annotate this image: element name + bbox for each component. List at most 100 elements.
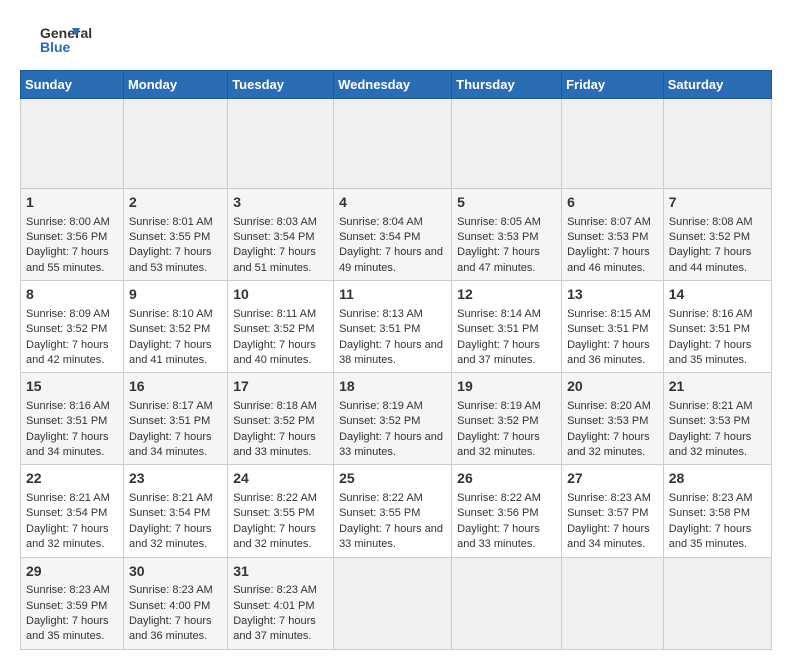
daylight: Daylight: 7 hours and 33 minutes. [339, 431, 443, 458]
day-number: 31 [233, 562, 328, 582]
daylight: Daylight: 7 hours and 53 minutes. [129, 246, 212, 273]
calendar-header-sunday: Sunday [21, 71, 124, 99]
daylight: Daylight: 7 hours and 37 minutes. [457, 339, 540, 366]
calendar-week-row: 29Sunrise: 8:23 AMSunset: 3:59 PMDayligh… [21, 557, 772, 649]
day-number: 9 [129, 285, 222, 305]
calendar-cell: 5Sunrise: 8:05 AMSunset: 3:53 PMDaylight… [452, 189, 562, 281]
calendar-week-row: 1Sunrise: 8:00 AMSunset: 3:56 PMDaylight… [21, 189, 772, 281]
calendar-cell: 7Sunrise: 8:08 AMSunset: 3:52 PMDaylight… [663, 189, 771, 281]
calendar-cell: 24Sunrise: 8:22 AMSunset: 3:55 PMDayligh… [228, 465, 334, 557]
sunset: Sunset: 3:51 PM [457, 323, 538, 335]
daylight: Daylight: 7 hours and 51 minutes. [233, 246, 316, 273]
day-number: 24 [233, 469, 328, 489]
day-number: 6 [567, 193, 658, 213]
sunset: Sunset: 4:00 PM [129, 600, 210, 612]
day-number: 27 [567, 469, 658, 489]
sunset: Sunset: 3:53 PM [669, 415, 750, 427]
sunrise: Sunrise: 8:17 AM [129, 400, 213, 412]
sunrise: Sunrise: 8:23 AM [26, 584, 110, 596]
sunset: Sunset: 3:52 PM [233, 415, 314, 427]
calendar-header-row: SundayMondayTuesdayWednesdayThursdayFrid… [21, 71, 772, 99]
sunset: Sunset: 3:55 PM [233, 507, 314, 519]
calendar-cell: 17Sunrise: 8:18 AMSunset: 3:52 PMDayligh… [228, 373, 334, 465]
day-number: 19 [457, 377, 556, 397]
calendar-week-row: 15 Sunrise: 8:16 AM Sunset: 3:51 PM Dayligh… [21, 373, 772, 465]
daylight: Daylight: 7 hours and 44 minutes. [669, 246, 752, 273]
day-number: 21 [669, 377, 766, 397]
daylight: Daylight: 7 hours and 34 minutes. [567, 523, 650, 550]
daylight: Daylight: 7 hours and 41 minutes. [129, 339, 212, 366]
calendar-cell: 13Sunrise: 8:15 AMSunset: 3:51 PMDayligh… [562, 281, 664, 373]
calendar-cell: 19Sunrise: 8:19 AMSunset: 3:52 PMDayligh… [452, 373, 562, 465]
sunrise: Sunrise: 8:05 AM [457, 216, 541, 228]
sunset: Sunset: 3:51 PM [26, 415, 107, 427]
calendar-cell [452, 99, 562, 189]
day-number: 14 [669, 285, 766, 305]
page-header: General Blue [20, 20, 772, 60]
daylight: Daylight: 7 hours and 35 minutes. [669, 339, 752, 366]
sunrise: Sunrise: 8:19 AM [339, 400, 423, 412]
sunset: Sunset: 3:56 PM [26, 231, 107, 243]
daylight: Daylight: 7 hours and 33 minutes. [339, 523, 443, 550]
sunset: Sunset: 3:51 PM [567, 323, 648, 335]
day-number: 15 [26, 377, 118, 397]
sunset: Sunset: 3:53 PM [457, 231, 538, 243]
calendar-cell: 27 Sunrise: 8:23 AM Sunset: 3:57 PM Dayligh… [562, 465, 664, 557]
sunset: Sunset: 3:54 PM [233, 231, 314, 243]
day-number: 20 [567, 377, 658, 397]
daylight: Daylight: 7 hours and 34 minutes. [26, 431, 109, 458]
calendar-header-friday: Friday [562, 71, 664, 99]
sunset: Sunset: 3:51 PM [129, 415, 210, 427]
day-number: 13 [567, 285, 658, 305]
daylight: Daylight: 7 hours and 37 minutes. [233, 615, 316, 642]
calendar-cell: 8Sunrise: 8:09 AMSunset: 3:52 PMDaylight… [21, 281, 124, 373]
calendar-cell: 6 Sunrise: 8:07 AM Sunset: 3:53 PM Daylight… [562, 189, 664, 281]
daylight: Daylight: 7 hours and 32 minutes. [129, 523, 212, 550]
sunrise: Sunrise: 8:16 AM [669, 308, 753, 320]
sunset: Sunset: 3:51 PM [339, 323, 420, 335]
day-number: 28 [669, 469, 766, 489]
day-number: 7 [669, 193, 766, 213]
sunset: Sunset: 3:52 PM [669, 231, 750, 243]
sunrise: Sunrise: 8:04 AM [339, 216, 423, 228]
calendar-week-row: 22Sunrise: 8:21 AMSunset: 3:54 PMDayligh… [21, 465, 772, 557]
sunset: Sunset: 3:57 PM [567, 507, 648, 519]
day-number: 10 [233, 285, 328, 305]
sunset: Sunset: 3:52 PM [233, 323, 314, 335]
sunrise: Sunrise: 8:18 AM [233, 400, 317, 412]
logo-icon: General Blue [20, 20, 100, 60]
daylight: Daylight: 7 hours and 38 minutes. [339, 339, 443, 366]
calendar-cell [334, 557, 452, 649]
day-number: 18 [339, 377, 446, 397]
sunrise: Sunrise: 8:21 AM [129, 492, 213, 504]
sunset: Sunset: 3:52 PM [457, 415, 538, 427]
day-number: 12 [457, 285, 556, 305]
sunrise: Sunrise: 8:13 AM [339, 308, 423, 320]
sunset: Sunset: 3:53 PM [567, 231, 648, 243]
day-number: 26 [457, 469, 556, 489]
sunset: Sunset: 4:01 PM [233, 600, 314, 612]
calendar-cell: 21Sunrise: 8:21 AMSunset: 3:53 PMDayligh… [663, 373, 771, 465]
sunrise: Sunrise: 8:11 AM [233, 308, 316, 320]
daylight: Daylight: 7 hours and 40 minutes. [233, 339, 316, 366]
daylight: Daylight: 7 hours and 46 minutes. [567, 246, 650, 273]
sunrise: Sunrise: 8:14 AM [457, 308, 541, 320]
calendar-cell: 22Sunrise: 8:21 AMSunset: 3:54 PMDayligh… [21, 465, 124, 557]
sunset: Sunset: 3:52 PM [129, 323, 210, 335]
sunrise: Sunrise: 8:00 AM [26, 216, 110, 228]
sunrise: Sunrise: 8:09 AM [26, 308, 110, 320]
day-number: 23 [129, 469, 222, 489]
sunrise: Sunrise: 8:22 AM [339, 492, 423, 504]
calendar-header-wednesday: Wednesday [334, 71, 452, 99]
calendar-cell: 26Sunrise: 8:22 AMSunset: 3:56 PMDayligh… [452, 465, 562, 557]
day-number: 29 [26, 562, 118, 582]
calendar-cell: 28Sunrise: 8:23 AMSunset: 3:58 PMDayligh… [663, 465, 771, 557]
calendar-cell: 9Sunrise: 8:10 AMSunset: 3:52 PMDaylight… [123, 281, 227, 373]
calendar-cell: 3Sunrise: 8:03 AMSunset: 3:54 PMDaylight… [228, 189, 334, 281]
sunrise: Sunrise: 8:19 AM [457, 400, 541, 412]
sunrise: Sunrise: 8:07 AM [567, 216, 651, 228]
daylight: Daylight: 7 hours and 34 minutes. [129, 431, 212, 458]
sunrise: Sunrise: 8:23 AM [567, 492, 651, 504]
sunrise: Sunrise: 8:16 AM [26, 400, 110, 412]
daylight: Daylight: 7 hours and 33 minutes. [233, 431, 316, 458]
